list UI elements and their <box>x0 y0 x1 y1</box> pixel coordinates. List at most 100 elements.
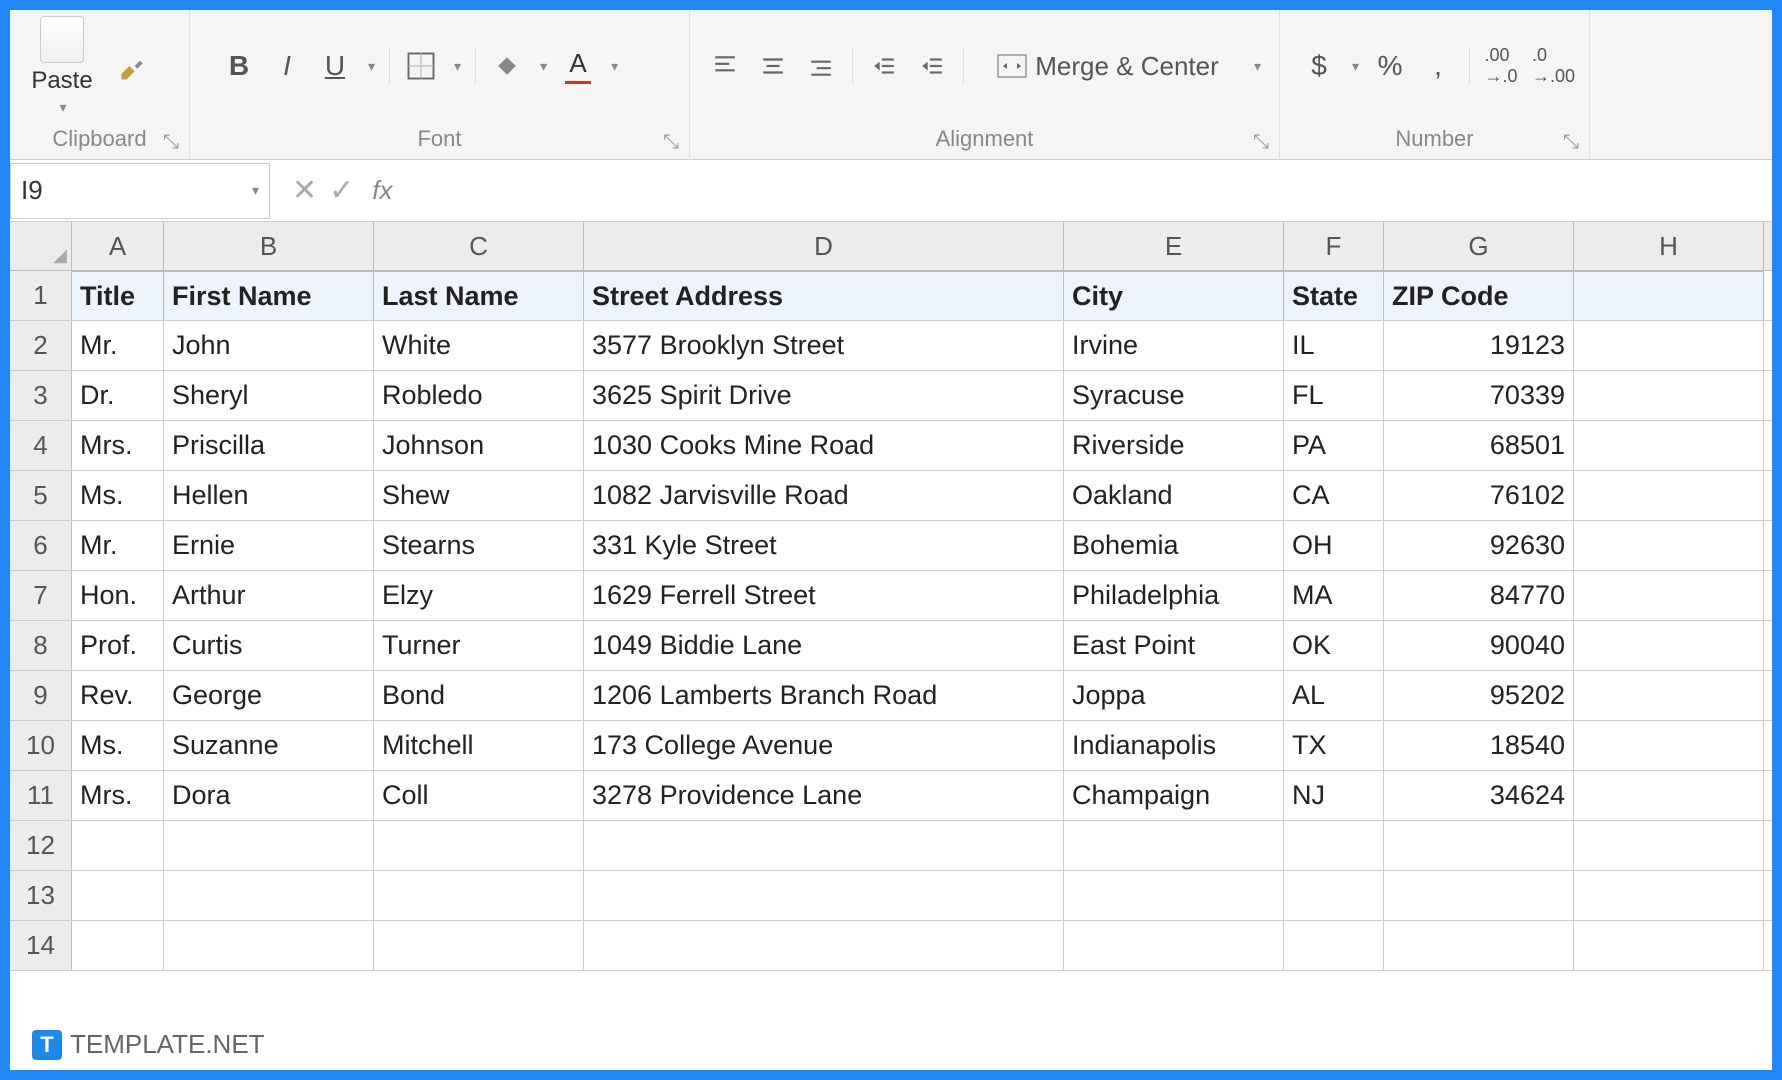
cell[interactable]: 76102 <box>1384 471 1574 520</box>
row-header[interactable]: 12 <box>10 821 72 870</box>
cell[interactable]: 34624 <box>1384 771 1574 820</box>
accept-formula-button[interactable]: ✓ <box>329 173 354 208</box>
cell[interactable] <box>72 871 164 920</box>
cell[interactable]: Champaign <box>1064 771 1284 820</box>
cell[interactable]: Ms. <box>72 721 164 770</box>
cell[interactable]: 19123 <box>1384 321 1574 370</box>
cell[interactable]: 3625 Spirit Drive <box>584 371 1064 420</box>
cell[interactable]: 1030 Cooks Mine Road <box>584 421 1064 470</box>
cell[interactable] <box>1574 771 1764 820</box>
cell[interactable]: Ms. <box>72 471 164 520</box>
cell[interactable] <box>72 821 164 870</box>
cell[interactable]: 70339 <box>1384 371 1574 420</box>
cell[interactable] <box>164 921 374 970</box>
clipboard-dialog-launcher[interactable]: ⤡ <box>159 130 183 154</box>
cell[interactable]: City <box>1064 271 1284 320</box>
cell[interactable]: 68501 <box>1384 421 1574 470</box>
name-box-caret[interactable]: ▾ <box>252 182 259 199</box>
font-dialog-launcher[interactable]: ⤡ <box>659 130 683 154</box>
align-middle-button[interactable] <box>756 48 790 84</box>
row-header[interactable]: 8 <box>10 621 72 670</box>
cell[interactable]: Dora <box>164 771 374 820</box>
cell[interactable] <box>1284 871 1384 920</box>
cell[interactable] <box>1574 821 1764 870</box>
cell[interactable]: Bohemia <box>1064 521 1284 570</box>
cell[interactable]: Mitchell <box>374 721 584 770</box>
cell[interactable] <box>1574 421 1764 470</box>
fx-icon[interactable]: fx <box>372 175 408 206</box>
merge-caret[interactable]: ▾ <box>1254 58 1261 75</box>
cell[interactable] <box>1284 821 1384 870</box>
cell[interactable]: CA <box>1284 471 1384 520</box>
cell[interactable]: Elzy <box>374 571 584 620</box>
font-color-caret[interactable]: ▾ <box>611 58 618 75</box>
alignment-dialog-launcher[interactable]: ⤡ <box>1249 130 1273 154</box>
cell[interactable]: Joppa <box>1064 671 1284 720</box>
comma-button[interactable]: , <box>1421 48 1455 84</box>
cell[interactable] <box>584 871 1064 920</box>
row-header[interactable]: 3 <box>10 371 72 420</box>
cell[interactable] <box>1064 871 1284 920</box>
cell[interactable]: FL <box>1284 371 1384 420</box>
cell[interactable] <box>1574 721 1764 770</box>
cell[interactable] <box>164 821 374 870</box>
cell[interactable]: 1629 Ferrell Street <box>584 571 1064 620</box>
cell[interactable] <box>1574 921 1764 970</box>
cell[interactable]: Coll <box>374 771 584 820</box>
cell[interactable]: 3278 Providence Lane <box>584 771 1064 820</box>
cell[interactable] <box>584 821 1064 870</box>
align-bottom-button[interactable] <box>804 48 838 84</box>
cell[interactable] <box>72 921 164 970</box>
select-all-corner[interactable]: ◢ <box>10 222 72 270</box>
cell[interactable]: State <box>1284 271 1384 320</box>
cell[interactable] <box>1574 271 1764 320</box>
cell[interactable]: Oakland <box>1064 471 1284 520</box>
row-header[interactable]: 6 <box>10 521 72 570</box>
column-header[interactable]: D <box>584 222 1064 270</box>
cell[interactable]: 331 Kyle Street <box>584 521 1064 570</box>
spreadsheet-grid[interactable]: ◢ A B C D E F G H 1TitleFirst NameLast N… <box>10 222 1772 971</box>
row-header[interactable]: 13 <box>10 871 72 920</box>
cell[interactable]: Shew <box>374 471 584 520</box>
row-header[interactable]: 10 <box>10 721 72 770</box>
cell[interactable]: Ernie <box>164 521 374 570</box>
cell[interactable]: PA <box>1284 421 1384 470</box>
bold-button[interactable]: B <box>222 48 256 84</box>
column-header[interactable]: E <box>1064 222 1284 270</box>
cell[interactable] <box>374 871 584 920</box>
cell[interactable]: Hellen <box>164 471 374 520</box>
cell[interactable] <box>374 921 584 970</box>
row-header[interactable]: 14 <box>10 921 72 970</box>
cell[interactable]: Robledo <box>374 371 584 420</box>
cell[interactable]: 1049 Biddie Lane <box>584 621 1064 670</box>
cell[interactable] <box>164 871 374 920</box>
column-header[interactable]: F <box>1284 222 1384 270</box>
cell[interactable]: ZIP Code <box>1384 271 1574 320</box>
cell[interactable]: Mr. <box>72 321 164 370</box>
format-painter-button[interactable] <box>112 46 152 86</box>
cell[interactable] <box>584 921 1064 970</box>
borders-button[interactable] <box>404 48 438 84</box>
cell[interactable]: Bond <box>374 671 584 720</box>
cell[interactable]: 92630 <box>1384 521 1574 570</box>
cell[interactable]: John <box>164 321 374 370</box>
cell[interactable]: Street Address <box>584 271 1064 320</box>
paste-dropdown-caret[interactable]: ▾ <box>59 99 66 116</box>
number-dialog-launcher[interactable]: ⤡ <box>1559 130 1583 154</box>
cell[interactable]: Indianapolis <box>1064 721 1284 770</box>
italic-button[interactable]: I <box>270 48 304 84</box>
cell[interactable]: Suzanne <box>164 721 374 770</box>
name-box[interactable]: I9 ▾ <box>10 163 270 219</box>
cell[interactable]: Turner <box>374 621 584 670</box>
row-header[interactable]: 11 <box>10 771 72 820</box>
cell[interactable]: 84770 <box>1384 571 1574 620</box>
cell[interactable]: Stearns <box>374 521 584 570</box>
cell[interactable]: Syracuse <box>1064 371 1284 420</box>
cell[interactable]: Last Name <box>374 271 584 320</box>
increase-indent-button[interactable] <box>915 48 949 84</box>
column-header[interactable]: B <box>164 222 374 270</box>
underline-button[interactable]: U <box>318 48 352 84</box>
paste-button[interactable]: Paste ▾ <box>18 16 106 116</box>
fill-color-button[interactable] <box>490 48 524 84</box>
merge-center-button[interactable]: Merge & Center <box>978 48 1238 84</box>
